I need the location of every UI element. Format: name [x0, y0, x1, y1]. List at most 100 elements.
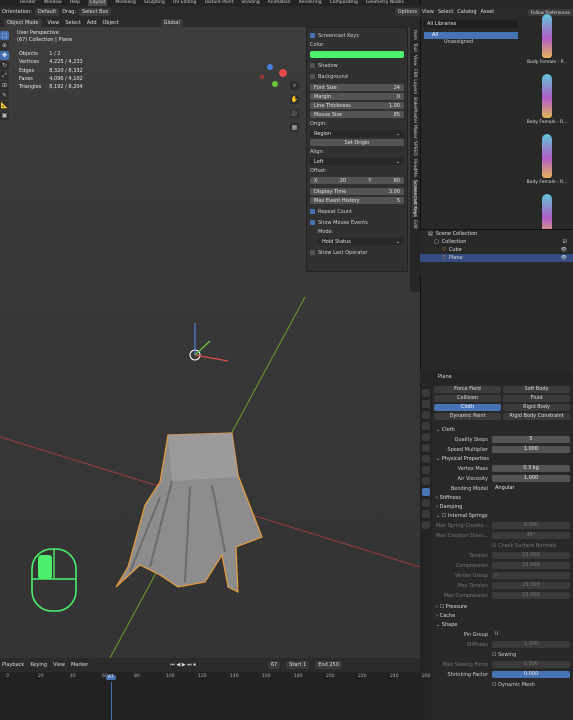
scale-tool-icon[interactable]: ⤢ [0, 71, 9, 80]
mode-select[interactable]: Object Mode [4, 18, 42, 27]
vertex-mass-field[interactable]: 0.3 kg [492, 465, 570, 472]
line-thickness-field[interactable]: Line Thickness 1.00 [310, 102, 404, 109]
material-tab-icon[interactable] [422, 521, 430, 529]
sidebar-tab-active[interactable]: Screencast Keys [412, 180, 417, 217]
move-tool-icon[interactable]: ✥ [0, 51, 9, 60]
check-surface-normals-checkbox[interactable]: ☑ Check Surface Normals [492, 543, 556, 549]
measure-tool-icon[interactable]: 📐 [0, 101, 9, 110]
cloth-button[interactable]: Cloth [434, 404, 501, 411]
fluid-button[interactable]: Fluid [503, 395, 570, 402]
soft-body-button[interactable]: Soft Body [503, 386, 570, 393]
internal-springs-section[interactable]: ⌄ ☐ Internal Springs [434, 512, 570, 521]
sidebar-tab[interactable]: Tool [412, 43, 417, 52]
outliner-row[interactable]: ▤ Scene Collection [420, 230, 573, 238]
max-sewing-force-field[interactable]: 0.000 [492, 661, 570, 668]
shrinking-factor-field[interactable]: 0.000 [492, 671, 570, 678]
constraints-tab-icon[interactable] [422, 499, 430, 507]
grid-icon[interactable]: ▦ [290, 123, 299, 132]
orientation-select[interactable]: Default [34, 8, 60, 16]
rotate-tool-icon[interactable]: ↻ [0, 61, 9, 70]
library-select[interactable]: All Libraries [424, 20, 518, 28]
origin-select[interactable]: Region ⌄ [310, 130, 404, 137]
sewing-checkbox[interactable]: ☐ Sewing [492, 652, 516, 658]
sidebar-tab[interactable]: Item [412, 30, 417, 40]
menu-add[interactable]: Add [87, 20, 97, 26]
compression-field[interactable]: 15.000 [492, 562, 570, 569]
render-tab-icon[interactable] [422, 400, 430, 408]
repeat-count-checkbox[interactable] [310, 209, 315, 214]
catalog-all[interactable]: All [424, 32, 518, 39]
vertex-group-field[interactable]: ⁞⁞ [492, 572, 570, 579]
timeline[interactable]: 0 20 40 60 80 100 120 140 160 180 200 220 240 260 67 [0, 672, 431, 720]
menu-asset[interactable]: Asset [481, 9, 495, 15]
show-last-operator-checkbox[interactable] [310, 250, 315, 255]
shadow-checkbox[interactable] [310, 63, 315, 68]
rigid-body-constraint-button[interactable]: Rigid Body Constraint [503, 413, 570, 420]
pan-icon[interactable]: ✋ [290, 95, 299, 104]
menu-select[interactable]: Select [65, 20, 80, 26]
shape-section[interactable]: ⌄ Shape [434, 621, 570, 630]
playback-controls[interactable]: ⏮ ◀ ▶ ⏭ ⏹ [170, 662, 196, 668]
max-tension-field[interactable]: 15.000 [492, 582, 570, 589]
catalog-unassigned[interactable]: Unassigned [424, 39, 518, 46]
speed-multiplier-field[interactable]: 1.000 [492, 446, 570, 453]
drag-select[interactable]: Select Box [79, 8, 112, 16]
show-mouse-events-checkbox[interactable] [310, 220, 315, 225]
menu-object[interactable]: Object [103, 20, 119, 26]
menu-view[interactable]: View [53, 662, 65, 668]
zoom-icon[interactable]: ⌕ [290, 81, 299, 90]
add-cube-tool-icon[interactable]: ▣ [0, 111, 9, 120]
dynamic-paint-button[interactable]: Dynamic Paint [434, 413, 501, 420]
dynamic-mesh-checkbox[interactable]: ☐ Dynamic Mesh [492, 682, 535, 688]
set-origin-button[interactable]: Set Origin [310, 139, 404, 146]
stiffness-section[interactable]: › Stiffness [434, 494, 570, 503]
force-field-button[interactable]: Force Field [434, 386, 501, 393]
screencast-enable-checkbox[interactable] [310, 33, 315, 38]
asset-item[interactable]: Body Female - P... [525, 14, 569, 74]
playhead[interactable]: 67 [106, 675, 116, 680]
eye-icon[interactable]: 👁 [561, 254, 573, 262]
checkbox-icon[interactable]: ☑ [563, 238, 573, 246]
options-button[interactable]: Options [394, 8, 420, 16]
align-select[interactable]: Left ⌄ [310, 158, 404, 165]
scene-tab-icon[interactable] [422, 433, 430, 441]
menu-view[interactable]: View [48, 20, 60, 26]
eye-icon[interactable]: 👁 [561, 246, 573, 254]
max-spring-creation-field[interactable]: 0.000 [492, 522, 570, 529]
sidebar-tab[interactable]: FBX Layers [412, 69, 417, 94]
mouse-size-field[interactable]: Mouse Size 85 [310, 111, 404, 118]
output-tab-icon[interactable] [422, 411, 430, 419]
rigid-body-button[interactable]: Rigid Body [503, 404, 570, 411]
view-layer-tab-icon[interactable] [422, 422, 430, 430]
menu-catalog[interactable]: Catalog [457, 9, 476, 15]
background-checkbox[interactable] [310, 74, 315, 79]
menu-playback[interactable]: Playback [2, 662, 24, 668]
offset-field[interactable]: X 20 Y 80 [310, 177, 404, 184]
sidebar-tab[interactable]: SPEED [412, 141, 417, 156]
display-time-field[interactable]: Display Time 3.00 [310, 188, 404, 195]
sidebar-tab[interactable]: ReadMe [412, 159, 417, 177]
outliner-row[interactable]: ▢ Collection ☑ [420, 238, 573, 246]
menu-view[interactable]: View [422, 9, 434, 15]
cloth-section-header[interactable]: ⌄ Cloth [434, 426, 570, 435]
max-event-history-field[interactable]: Max Event History 5 [310, 197, 404, 204]
start-frame-field[interactable]: Start 1 [286, 661, 310, 669]
max-compression-field[interactable]: 15.000 [492, 592, 570, 599]
max-creation-diversion-field[interactable]: 45° [492, 532, 570, 539]
select-tool-icon[interactable]: ⬚ [0, 31, 9, 40]
transform-orientation-select[interactable]: Global [160, 18, 183, 27]
air-viscosity-field[interactable]: 1.000 [492, 475, 570, 482]
asset-item[interactable]: Body Female - R... [525, 74, 569, 134]
current-frame-field[interactable]: 67 [267, 661, 281, 669]
cache-section[interactable]: › Cache [434, 612, 570, 621]
sidebar-tab[interactable]: BakeMaster Maker [412, 97, 417, 139]
tool-tab-icon[interactable] [422, 389, 430, 397]
color-swatch[interactable] [310, 51, 404, 58]
physical-properties-header[interactable]: ⌄ Physical Properties [434, 455, 570, 464]
outliner-row-selected[interactable]: ▽ Plane 👁 [420, 254, 573, 262]
mode-select[interactable]: Hold Status ⌄ [318, 238, 404, 245]
outliner-row[interactable]: ▽ Cube 👁 [420, 246, 573, 254]
modifier-tab-icon[interactable] [422, 466, 430, 474]
physics-tab-icon[interactable] [422, 488, 430, 496]
annotate-tool-icon[interactable]: ✎ [0, 91, 9, 100]
